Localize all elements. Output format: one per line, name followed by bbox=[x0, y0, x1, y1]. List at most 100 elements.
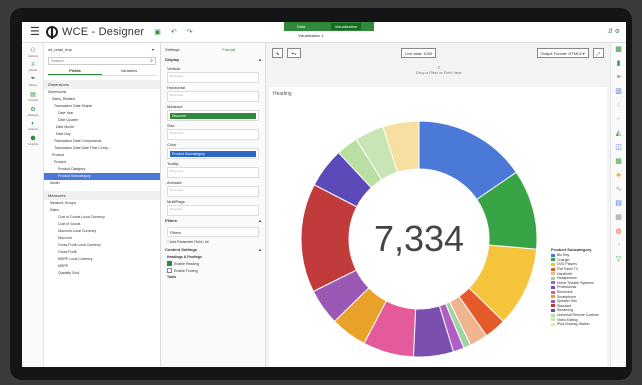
ring-chart-icon[interactable]: ○ bbox=[611, 99, 626, 113]
nav-insights[interactable]: ⬢ Insights bbox=[22, 135, 44, 146]
slot-drop-box[interactable]: Drop here bbox=[167, 167, 259, 178]
undo-icon[interactable]: ↶ bbox=[171, 28, 177, 36]
map-icon[interactable]: ◫ bbox=[611, 141, 626, 155]
measure-item[interactable]: Quantity Sold bbox=[44, 270, 160, 277]
funnel-icon[interactable]: ▽ bbox=[611, 253, 626, 267]
gauge-icon[interactable]: ◔ bbox=[611, 239, 626, 253]
slot-chip[interactable]: Discount bbox=[170, 113, 256, 119]
redo-icon[interactable]: ↷ bbox=[187, 28, 193, 36]
filters-drop-zone[interactable]: Filters bbox=[167, 227, 259, 237]
menu-icon[interactable]: ☰ bbox=[30, 26, 40, 38]
slot-horizontal[interactable]: Horizontal Drop here bbox=[167, 85, 259, 102]
mode-visualization-tab[interactable]: Visualization bbox=[330, 23, 362, 30]
dimensions-header[interactable]: Dimensions bbox=[44, 80, 160, 89]
nav-format[interactable]: ▤ Format bbox=[22, 91, 44, 102]
measure-item[interactable]: MSRP bbox=[44, 263, 160, 270]
enable-heading-checkbox[interactable]: Enable Heading bbox=[161, 260, 265, 267]
dimension-item[interactable]: Product Subcategory bbox=[44, 173, 160, 180]
dimension-item[interactable]: Product Category bbox=[44, 166, 160, 173]
slot-tooltip[interactable]: Tooltip Drop here bbox=[167, 161, 259, 178]
mode-switcher: Data Visualization bbox=[284, 22, 374, 31]
dimension-item[interactable]: Date Year bbox=[44, 110, 160, 117]
tab-settings[interactable]: Settings bbox=[165, 47, 179, 52]
measure-item[interactable]: Discount Local Currency bbox=[44, 228, 160, 235]
slot-chip[interactable]: Product Subcategory bbox=[170, 151, 256, 157]
pointer-tool-button[interactable]: ⬉ bbox=[272, 47, 284, 58]
legend-label: Receivers bbox=[557, 290, 573, 295]
measure-item[interactable]: Measure Groups bbox=[44, 200, 160, 207]
table-icon[interactable]: ▦ bbox=[611, 155, 626, 169]
matrix-icon[interactable]: ▤ bbox=[611, 197, 626, 211]
grid2-icon[interactable]: ▦ bbox=[611, 211, 626, 225]
slot-drop-box[interactable]: Drop here bbox=[167, 186, 259, 197]
legend-item[interactable]: iPod Docking Station bbox=[551, 322, 599, 327]
dimension-item[interactable]: Transaction Date Simple bbox=[44, 103, 160, 110]
search-input[interactable]: Search ⌕ bbox=[48, 57, 156, 65]
mode-data-tab[interactable]: Data bbox=[297, 24, 305, 29]
nav-actions[interactable]: ◐ Actions bbox=[22, 121, 44, 131]
measure-item[interactable]: MSRP Local Currency bbox=[44, 256, 160, 263]
tree-chart-icon[interactable]: ♣ bbox=[611, 169, 626, 183]
grid-chart-icon[interactable]: ▦ bbox=[611, 43, 626, 57]
live-data-button[interactable]: Live data: 1000 bbox=[400, 47, 437, 58]
legend-item[interactable]: Universal Remote Controls bbox=[551, 313, 599, 318]
nav-settings[interactable]: ⚙ Settings bbox=[22, 106, 44, 117]
bar-chart-icon[interactable]: ▮ bbox=[611, 57, 626, 71]
dimension-item[interactable]: Transaction Date Date Time Comp... bbox=[44, 145, 160, 152]
dimension-item[interactable]: Model bbox=[44, 180, 160, 187]
measures-header[interactable]: Measures bbox=[44, 191, 160, 200]
slot-color[interactable]: Color Product Subcategory bbox=[167, 142, 259, 159]
slot-animate[interactable]: Animate Drop here bbox=[167, 180, 259, 197]
tab-variables[interactable]: Variables bbox=[102, 68, 156, 75]
dimension-item[interactable]: Product bbox=[44, 152, 160, 159]
tab-format[interactable]: Format bbox=[222, 47, 235, 52]
measure-item[interactable]: Gross Profit bbox=[44, 249, 160, 256]
measure-item[interactable]: Sales bbox=[44, 207, 160, 214]
nav-authors[interactable]: ⚇ Authors bbox=[22, 47, 44, 58]
legend-swatch bbox=[551, 285, 555, 289]
slot-drop-box[interactable]: Drop here bbox=[167, 129, 259, 140]
legend-item[interactable]: Home Theater Systems bbox=[551, 281, 599, 286]
dimension-item[interactable]: Product bbox=[44, 159, 160, 166]
measure-item[interactable]: Discount bbox=[44, 235, 160, 242]
slot-multipage[interactable]: MultiPage Drop here bbox=[167, 199, 259, 216]
slot-drop-box[interactable]: Product Subcategory bbox=[167, 148, 259, 159]
slot-drop-box[interactable]: Discount bbox=[167, 110, 259, 121]
dimension-item[interactable]: Date Day bbox=[44, 131, 160, 138]
content-settings-header[interactable]: Content Settings ▴ bbox=[161, 245, 265, 254]
tab-fields[interactable]: Fields bbox=[48, 68, 102, 75]
slot-drop-box[interactable]: Drop here bbox=[167, 72, 259, 83]
slot-drop-box[interactable]: Drop here bbox=[167, 205, 259, 216]
measure-item[interactable]: Cost of Goods bbox=[44, 221, 160, 228]
filter-tool-button[interactable]: ⏷▾ bbox=[287, 47, 301, 58]
save-icon[interactable]: ▣ bbox=[154, 28, 161, 36]
slot-vertical[interactable]: Vertical Drop here bbox=[167, 66, 259, 83]
top-right-icons[interactable]: ⇵ ⚙ bbox=[608, 28, 620, 35]
enable-footing-checkbox[interactable]: Enable Footing bbox=[161, 267, 265, 274]
nav-fields[interactable]: ≡ Fields bbox=[22, 62, 44, 72]
column-chart-icon[interactable]: ▥ bbox=[611, 85, 626, 99]
measure-item[interactable]: Gross Profit Local Currency bbox=[44, 242, 160, 249]
hbar-chart-icon[interactable]: ≡ bbox=[611, 71, 626, 85]
filters-section-header[interactable]: Filters ▴ bbox=[161, 216, 265, 225]
slot-measure[interactable]: Measure Discount bbox=[167, 104, 259, 121]
filter-drop-hint[interactable]: ⇕ Drop a Filter or Field here bbox=[416, 65, 462, 75]
area-chart-icon[interactable]: ◭ bbox=[611, 127, 626, 141]
bubble-icon[interactable]: ◍ bbox=[611, 225, 626, 239]
dimension-item[interactable]: Sales_Related bbox=[44, 96, 160, 103]
slot-size[interactable]: Size Drop here bbox=[167, 123, 259, 140]
measure-item[interactable]: Cost of Goods Local Currency bbox=[44, 214, 160, 221]
expand-icon[interactable]: ⤢ bbox=[592, 47, 604, 58]
scatter-icon[interactable]: ⁘ bbox=[611, 113, 626, 127]
dimension-item[interactable]: Date Quarter bbox=[44, 117, 160, 124]
nav-filters[interactable]: ⏷ Filters bbox=[22, 76, 44, 87]
dimension-item[interactable]: Dimensions bbox=[44, 89, 160, 96]
slot-drop-box[interactable]: Drop here bbox=[167, 91, 259, 102]
dataset-selector[interactable]: wf_retail_tmp ▾ bbox=[44, 43, 160, 55]
dimension-item[interactable]: Date Month bbox=[44, 124, 160, 131]
dimension-item[interactable]: Transaction Date Components bbox=[44, 138, 160, 145]
legend-label: Speaker Kits bbox=[557, 299, 577, 304]
output-format-button[interactable]: Output Format: HTML5 ▾ bbox=[536, 47, 589, 58]
line-chart-icon[interactable]: ∿ bbox=[611, 183, 626, 197]
display-section-header[interactable]: Display ▴ bbox=[161, 55, 265, 64]
